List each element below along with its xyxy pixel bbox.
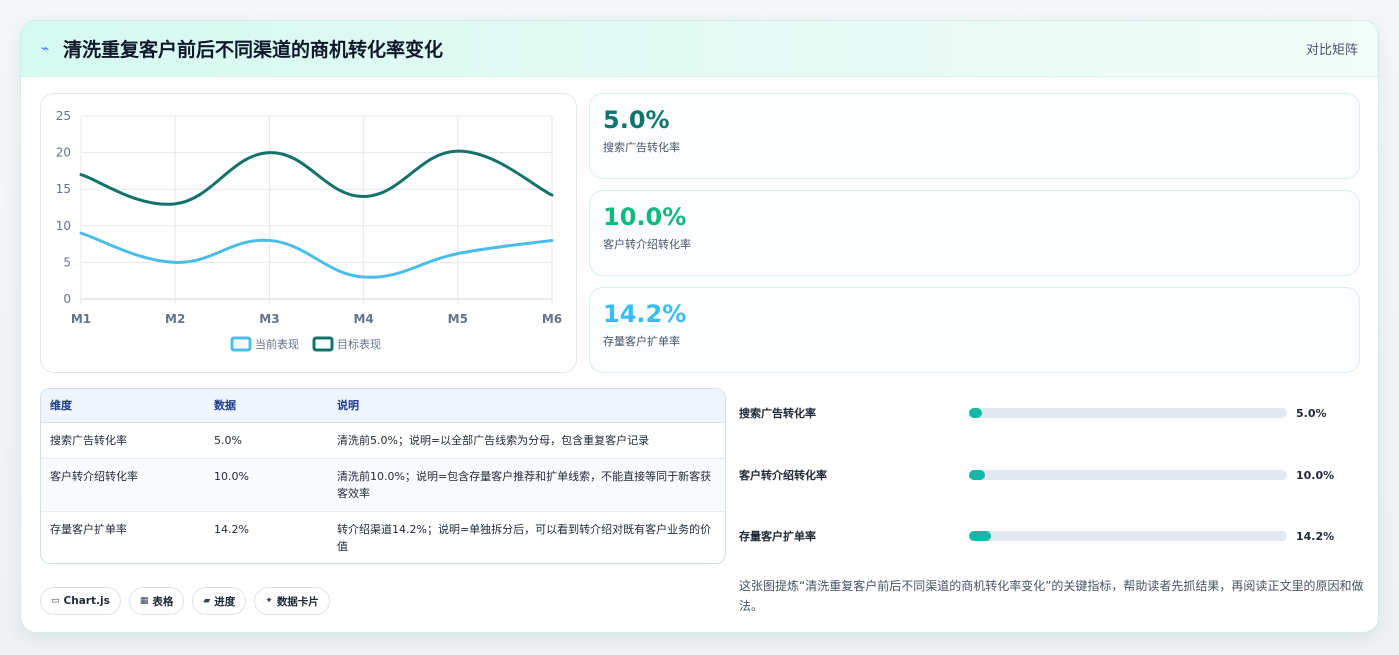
chip-chartjs[interactable]: ▭ Chart.js bbox=[40, 587, 121, 615]
chip-label: 数据卡片 bbox=[276, 595, 319, 608]
progress-fill bbox=[969, 531, 992, 541]
metric-label: 存量客户扩单率 bbox=[603, 335, 680, 348]
table-row: 存量客户扩单率 14.2% 转介绍渠道14.2%；说明=单独拆分后，可以看到转介… bbox=[41, 511, 725, 563]
progress-label: 搜索广告转化率 bbox=[739, 407, 816, 420]
x-tick-label: M3 bbox=[259, 312, 279, 326]
table-cell: 清洗前10.0%；说明=包含存量客户推荐和扩单线索，不能直接等同于新客获客效率 bbox=[328, 458, 725, 512]
chip-table[interactable]: ▦ 表格 bbox=[128, 587, 185, 615]
y-tick-label: 10 bbox=[56, 219, 71, 233]
x-tick-label: M2 bbox=[165, 312, 185, 326]
card-header: ⌁ 清洗重复客户前后不同渠道的商机转化率变化 对比矩阵 bbox=[21, 21, 1378, 77]
table-cell: 14.2% bbox=[214, 522, 249, 536]
table-cell: 搜索广告转化率 bbox=[41, 422, 205, 459]
x-tick-label: M6 bbox=[542, 312, 562, 326]
y-tick-label: 20 bbox=[56, 146, 71, 160]
progress-track bbox=[969, 470, 1287, 480]
legend-label: 当前表现 bbox=[255, 337, 299, 351]
metric-label: 客户转介绍转化率 bbox=[603, 238, 691, 251]
table-row: 客户转介绍转化率 10.0% 清洗前10.0%；说明=包含存量客户推荐和扩单线索… bbox=[41, 458, 725, 512]
progress-row-search: 搜索广告转化率 5.0% bbox=[739, 403, 1364, 423]
y-tick-label: 15 bbox=[56, 182, 71, 196]
folder-icon: ▰ bbox=[203, 596, 211, 606]
metric-card-search: 5.0% 搜索广告转化率 bbox=[589, 93, 1360, 179]
tech-chips: ▭ Chart.js ▦ 表格 ▰ 进度 ✦ 数据卡片 bbox=[40, 587, 330, 615]
monitor-icon: ▭ bbox=[51, 596, 60, 606]
legend-swatch bbox=[230, 336, 252, 352]
legend-swatch bbox=[312, 336, 334, 352]
x-tick-label: M1 bbox=[71, 312, 91, 326]
legend-label: 目标表现 bbox=[337, 337, 381, 351]
series-line-1 bbox=[79, 231, 554, 279]
chip-progress[interactable]: ▰ 进度 bbox=[192, 587, 247, 615]
series-line-2 bbox=[79, 149, 554, 206]
progress-label: 客户转介绍转化率 bbox=[739, 469, 827, 482]
table-cell: 存量客户扩单率 bbox=[50, 522, 127, 536]
x-tick-label: M4 bbox=[353, 312, 373, 326]
progress-track bbox=[969, 408, 1287, 418]
progress-value: 10.0% bbox=[1296, 468, 1335, 482]
table-header-row: 维度 数据 说明 bbox=[41, 389, 725, 423]
sparkle-icon: ✦ bbox=[265, 596, 273, 606]
column-header: 维度 bbox=[41, 389, 205, 423]
metric-value: 5.0% bbox=[603, 106, 670, 134]
progress-value: 5.0% bbox=[1296, 406, 1327, 420]
progress-row-referral: 客户转介绍转化率 10.0% bbox=[739, 465, 1364, 485]
line-chart-icon: ⌁ bbox=[41, 40, 50, 57]
chip-label: 表格 bbox=[152, 595, 174, 608]
progress-label: 存量客户扩单率 bbox=[739, 530, 816, 543]
chip-label: Chart.js bbox=[63, 595, 110, 607]
y-tick-label: 5 bbox=[63, 255, 71, 269]
chip-data-card[interactable]: ✦ 数据卡片 bbox=[254, 587, 330, 615]
table-cell: 5.0% bbox=[205, 422, 328, 459]
column-header: 说明 bbox=[328, 389, 725, 423]
progress-fill bbox=[969, 408, 982, 418]
progress-track bbox=[969, 531, 1287, 541]
line-chart: 0 5 10 15 20 25 M1 M2 M3 M4 M5 M6 当前表现 目标表现 bbox=[40, 93, 577, 373]
table-cell: 客户转介绍转化率 bbox=[41, 458, 205, 512]
line-chart-svg: 0 5 10 15 20 25 M1 M2 M3 M4 M5 M6 当前表现 目标表现 bbox=[56, 109, 562, 352]
progress-value: 14.2% bbox=[1296, 529, 1335, 543]
summary-text: 这张图提炼“清洗重复客户前后不同渠道的商机转化率变化”的关键指标，帮助读者先抓结… bbox=[739, 579, 1364, 613]
metric-value: 10.0% bbox=[603, 203, 687, 231]
y-tick-label: 25 bbox=[56, 109, 71, 123]
table-cell: 清洗前5.0%；说明=以全部广告线索为分母，包含重复客户记录 bbox=[328, 422, 725, 459]
progress-fill bbox=[969, 470, 985, 480]
chip-label: 进度 bbox=[214, 595, 236, 608]
data-table: 维度 数据 说明 搜索广告转化率 5.0% 清洗前5.0%；说明=以全部广告线索… bbox=[40, 388, 726, 564]
table-icon: ▦ bbox=[139, 596, 149, 606]
table-cell: 转介绍渠道14.2%；说明=单独拆分后，可以看到转介绍对既有客户业务的价值 bbox=[337, 522, 712, 553]
progress-row-upsell: 存量客户扩单率 14.2% bbox=[739, 526, 1364, 546]
dashboard-card: ⌁ 清洗重复客户前后不同渠道的商机转化率变化 对比矩阵 0 5 10 15 20 25 M1… bbox=[20, 20, 1379, 633]
x-tick-label: M5 bbox=[448, 312, 468, 326]
table-cell: 10.0% bbox=[205, 458, 328, 512]
page-title: 清洗重复客户前后不同渠道的商机转化率变化 bbox=[63, 39, 444, 61]
metric-label: 搜索广告转化率 bbox=[603, 141, 680, 154]
column-header: 数据 bbox=[205, 389, 328, 423]
y-tick-label: 0 bbox=[63, 292, 71, 306]
table-row: 搜索广告转化率 5.0% 清洗前5.0%；说明=以全部广告线索为分母，包含重复客… bbox=[41, 422, 725, 459]
compare-matrix-link[interactable]: 对比矩阵 bbox=[1306, 39, 1358, 58]
metric-card-upsell: 14.2% 存量客户扩单率 bbox=[589, 287, 1360, 373]
metric-card-referral: 10.0% 客户转介绍转化率 bbox=[589, 190, 1360, 276]
metric-value: 14.2% bbox=[603, 300, 687, 328]
